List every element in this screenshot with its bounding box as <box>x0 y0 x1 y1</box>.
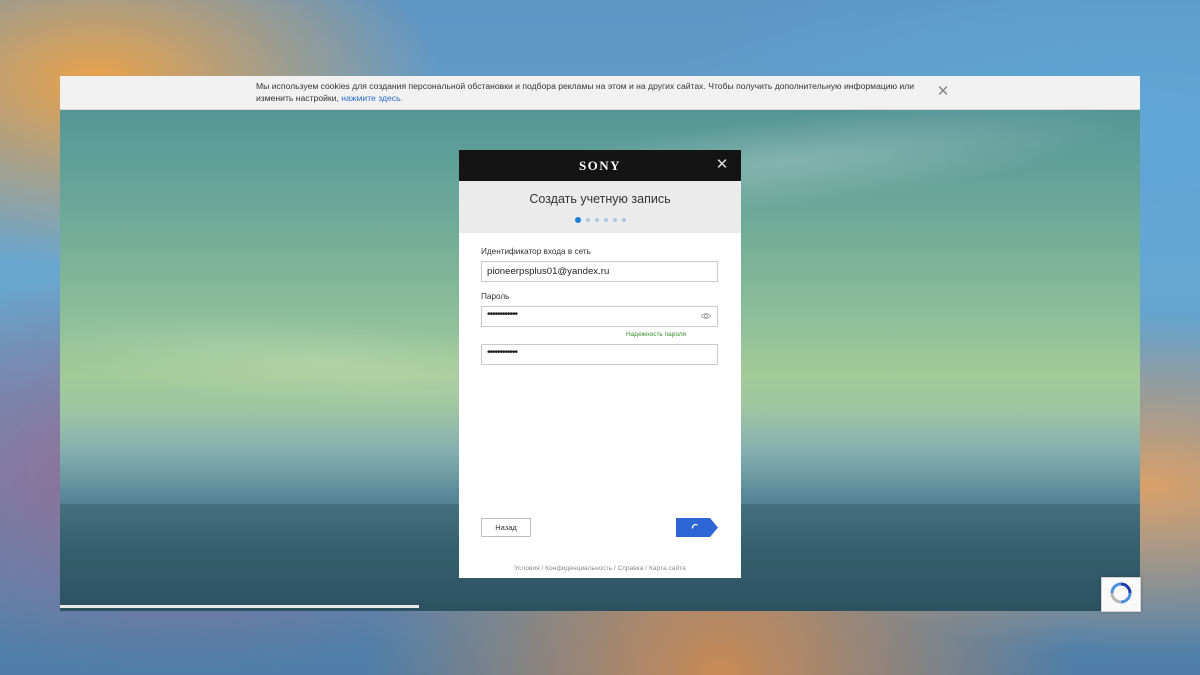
step-dot <box>585 218 590 222</box>
back-button[interactable]: Назад <box>481 518 531 537</box>
confirm-password-value: •••••••••••• <box>487 347 518 358</box>
step-dot <box>612 218 617 222</box>
cookie-settings-link[interactable]: нажмите здесь. <box>341 93 403 103</box>
cookie-banner-text: Мы используем cookies для создания персо… <box>256 81 915 103</box>
sony-logo: SONY <box>578 158 622 173</box>
recaptcha-icon <box>1110 582 1132 604</box>
step-dot <box>621 218 626 222</box>
separator: / <box>541 565 544 572</box>
separator: / <box>645 565 648 572</box>
page-title: Создать учетную запись <box>529 192 671 206</box>
step-dot <box>594 218 599 222</box>
password-value: •••••••••••• <box>487 309 518 320</box>
confirm-password-field[interactable]: •••••••••••• <box>481 344 718 365</box>
step-dot <box>603 218 608 222</box>
password-label: Пароль <box>481 292 510 301</box>
password-field[interactable]: •••••••••••• <box>481 306 718 327</box>
footer-links: Условия / Конфиденциальность / Справка /… <box>459 565 741 572</box>
sign-in-id-label: Идентификатор входа в сеть <box>481 247 591 256</box>
close-icon[interactable]: ✕ <box>712 155 732 175</box>
recaptcha-badge[interactable] <box>1101 577 1141 612</box>
sign-in-id-field[interactable]: pioneerpsplus01@yandex.ru <box>481 261 718 282</box>
step-dot-active <box>574 217 581 223</box>
dialog-title-area: Создать учетную запись <box>459 181 741 233</box>
create-account-dialog: SONY ✕ Создать учетную запись Идентифика… <box>459 150 741 578</box>
step-indicator <box>459 217 741 223</box>
page-background: Мы используем cookies для создания персо… <box>60 76 1140 611</box>
eye-icon[interactable] <box>701 312 711 320</box>
privacy-link[interactable]: Конфиденциальность <box>545 565 612 572</box>
loading-progress-bar <box>60 605 419 608</box>
cookie-banner: Мы используем cookies для создания персо… <box>60 76 1140 110</box>
help-link[interactable]: Справка <box>618 565 644 572</box>
dialog-header: SONY ✕ <box>459 150 741 181</box>
sign-in-id-value: pioneerpsplus01@yandex.ru <box>487 266 610 277</box>
password-strength-label: Надежность пароля <box>626 331 687 338</box>
sitemap-link[interactable]: Карта сайта <box>649 565 686 572</box>
close-icon[interactable]: ✕ <box>933 82 953 102</box>
next-button[interactable] <box>676 518 718 537</box>
terms-link[interactable]: Условия <box>514 565 539 572</box>
separator: / <box>613 565 616 572</box>
